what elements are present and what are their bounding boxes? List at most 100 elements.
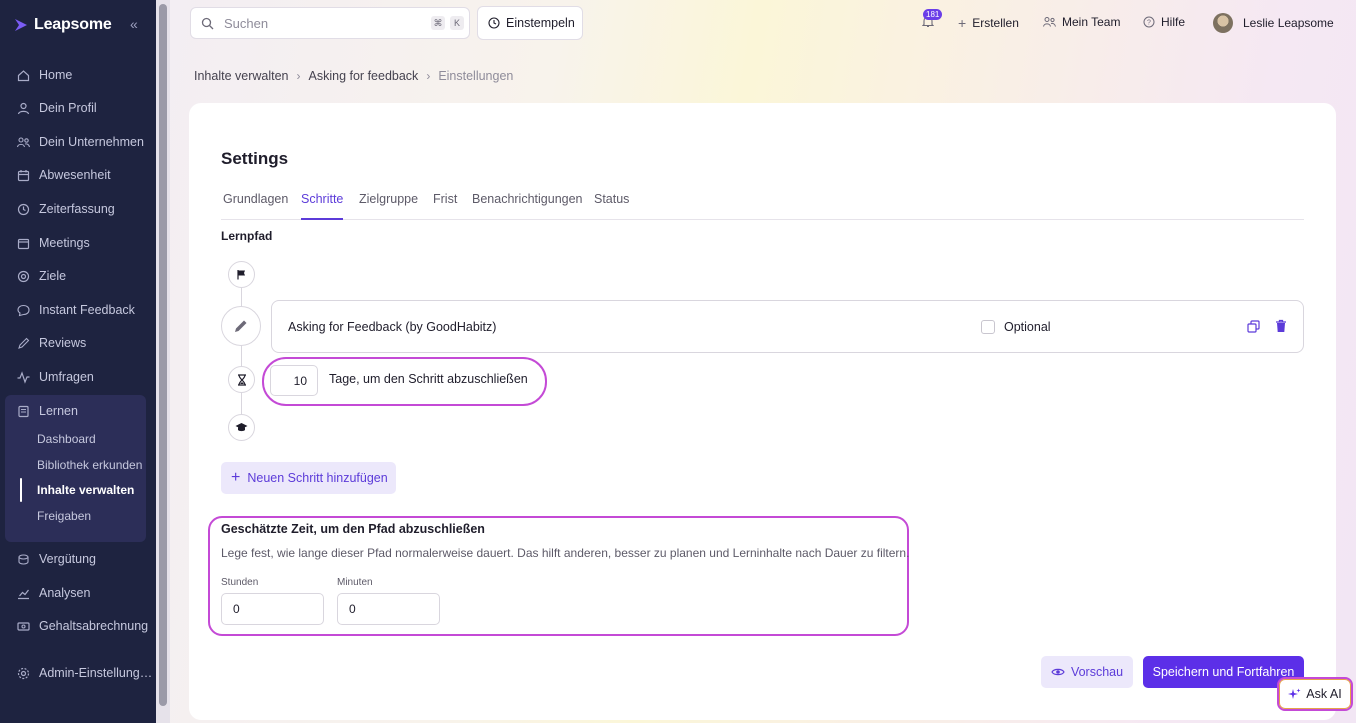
sidebar-item-label: Dein Profil: [39, 101, 97, 115]
sidebar-item-home[interactable]: Home: [0, 62, 156, 88]
ask-ai-label: Ask AI: [1306, 687, 1342, 701]
sidebar-item-company[interactable]: Dein Unternehmen: [0, 129, 156, 155]
payroll-icon: [16, 619, 30, 633]
sidebar-item-admin-settings[interactable]: Admin-Einstellung…: [0, 660, 156, 686]
plus-icon: +: [958, 15, 967, 31]
clock-in-label: Einstempeln: [506, 16, 575, 30]
sidebar-subitem-approvals[interactable]: Freigaben: [37, 509, 91, 523]
sidebar-item-label: Gehaltsabrechnung: [39, 619, 149, 633]
chevron-right-icon: ›: [296, 69, 301, 83]
tab-steps[interactable]: Schritte: [301, 192, 344, 220]
minutes-input[interactable]: 0: [337, 593, 440, 625]
help-label: Hilfe: [1161, 15, 1186, 29]
sidebar-item-instant-feedback[interactable]: Instant Feedback: [0, 297, 156, 323]
ask-ai-button[interactable]: Ask AI: [1277, 677, 1353, 711]
step-title: Asking for Feedback (by GoodHabitz): [288, 320, 497, 334]
tab-audience[interactable]: Zielgruppe: [359, 192, 418, 219]
tab-bar: Grundlagen Schritte Zielgruppe Frist Ben…: [221, 192, 1304, 220]
help-icon: ?: [1143, 16, 1155, 28]
days-label: Tage, um den Schritt abzuschließen: [329, 372, 528, 386]
sidebar-subitem-library[interactable]: Bibliothek erkunden: [37, 458, 142, 472]
sidebar-subitem-dashboard[interactable]: Dashboard: [37, 432, 96, 446]
trash-icon[interactable]: [1275, 319, 1287, 336]
coins-icon: [16, 552, 30, 566]
my-team-button[interactable]: Mein Team: [1043, 15, 1120, 29]
chevron-right-icon: ›: [426, 69, 431, 83]
optional-label: Optional: [1004, 320, 1051, 334]
sidebar-item-time-tracking[interactable]: Zeiterfassung: [0, 196, 156, 222]
user-icon: [16, 101, 30, 115]
sidebar-item-goals[interactable]: Ziele: [0, 263, 156, 289]
preview-button[interactable]: Vorschau: [1041, 656, 1133, 688]
create-button[interactable]: + Erstellen: [958, 15, 1019, 31]
tab-basics[interactable]: Grundlagen: [223, 192, 288, 219]
optional-checkbox[interactable]: [981, 320, 995, 334]
meetings-icon: [16, 236, 30, 250]
clock-icon: [16, 202, 30, 216]
sidebar-item-reviews[interactable]: Reviews: [0, 330, 156, 356]
plus-icon: +: [231, 469, 241, 486]
tab-deadline[interactable]: Frist: [433, 192, 457, 219]
search-placeholder: Suchen: [224, 15, 269, 31]
learning-path-label: Lernpfad: [221, 229, 273, 243]
sidebar-item-learning[interactable]: Lernen: [0, 398, 156, 424]
svg-text:?: ?: [1147, 20, 1151, 27]
sidebar-subitem-manage-content[interactable]: Inhalte verwalten: [37, 483, 134, 497]
notification-count-badge: 181: [923, 9, 943, 20]
minutes-label: Minuten: [337, 577, 373, 588]
sidebar: Leapsome « Home Dein Profil Dein Unterne…: [0, 0, 156, 723]
sidebar-item-label: Meetings: [39, 236, 90, 250]
flag-icon: [228, 261, 255, 288]
pen-icon: [16, 336, 30, 350]
breadcrumb: Inhalte verwalten › Asking for feedback …: [194, 69, 513, 83]
sidebar-item-profile[interactable]: Dein Profil: [0, 95, 156, 121]
tab-status[interactable]: Status: [594, 192, 629, 219]
help-button[interactable]: ? Hilfe: [1143, 15, 1185, 29]
sidebar-item-surveys[interactable]: Umfragen: [0, 364, 156, 390]
pulse-icon: [16, 370, 30, 384]
breadcrumb-item[interactable]: Inhalte verwalten: [194, 69, 289, 83]
sidebar-item-label: Zeiterfassung: [39, 202, 115, 216]
sidebar-item-label: Analysen: [39, 586, 91, 600]
sidebar-item-label: Instant Feedback: [39, 303, 135, 317]
page-title: Settings: [221, 149, 289, 168]
collapse-sidebar-icon[interactable]: «: [130, 16, 138, 32]
chat-icon: [16, 303, 30, 317]
sidebar-item-meetings[interactable]: Meetings: [0, 230, 156, 256]
days-input[interactable]: 10: [270, 365, 318, 396]
preview-label: Vorschau: [1070, 665, 1124, 679]
leapsome-logo[interactable]: Leapsome: [14, 16, 112, 34]
chart-icon: [16, 586, 30, 600]
eye-icon: [1051, 668, 1065, 676]
sidebar-item-label: Abwesenheit: [39, 168, 111, 182]
step-card: Asking for Feedback (by GoodHabitz) Opti…: [271, 300, 1304, 353]
sidebar-item-absence[interactable]: Abwesenheit: [0, 162, 156, 188]
hourglass-icon: [228, 366, 255, 393]
home-icon: [16, 68, 30, 82]
hours-input[interactable]: 0: [221, 593, 324, 625]
copy-icon[interactable]: [1247, 320, 1260, 336]
sidebar-item-label: Ziele: [39, 269, 67, 283]
sparkle-icon: [1288, 688, 1301, 699]
search-input[interactable]: Suchen ⌘ K: [190, 7, 470, 39]
scrollbar-thumb[interactable]: [159, 4, 167, 706]
team-icon: [1043, 17, 1056, 27]
clock-in-button[interactable]: Einstempeln: [477, 6, 583, 40]
graduation-cap-icon: [228, 414, 255, 441]
sidebar-item-analytics[interactable]: Analysen: [0, 580, 156, 606]
user-name: Leslie Leapsome: [1243, 16, 1334, 30]
sidebar-item-label: Admin-Einstellung…: [39, 666, 153, 680]
sidebar-scrollbar[interactable]: [156, 0, 170, 723]
estimated-time-title: Geschätzte Zeit, um den Pfad abzuschließ…: [221, 522, 485, 536]
calendar-icon: [16, 168, 30, 182]
breadcrumb-item[interactable]: Asking for feedback: [309, 69, 419, 83]
user-menu[interactable]: Leslie Leapsome: [1213, 13, 1334, 33]
estimated-time-description: Lege fest, wie lange dieser Pfad normale…: [221, 546, 910, 560]
tab-notifications[interactable]: Benachrichtigungen: [472, 192, 583, 219]
main-area: Suchen ⌘ K Einstempeln 181 + Erstellen M…: [170, 0, 1356, 723]
add-step-button[interactable]: + Neuen Schritt hinzufügen: [221, 462, 396, 494]
sidebar-item-compensation[interactable]: Vergütung: [0, 546, 156, 572]
leapsome-logo-icon: [15, 19, 27, 31]
settings-card: Settings Grundlagen Schritte Zielgruppe …: [189, 103, 1336, 720]
sidebar-item-payroll[interactable]: Gehaltsabrechnung: [0, 613, 156, 639]
